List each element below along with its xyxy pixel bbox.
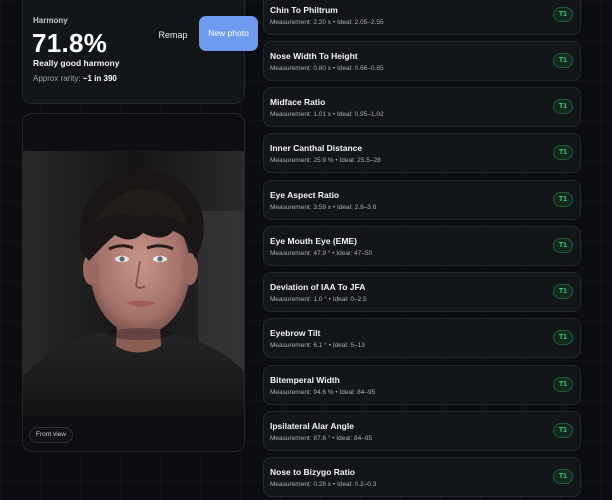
metric-card[interactable]: Deviation of IAA To JFA Measurement: 1.0…: [263, 272, 581, 312]
tier-badge: T1: [553, 238, 573, 253]
metric-detail: Measurement: 94.6 % • Ideal: 84–95: [270, 389, 376, 396]
metric-detail: Measurement: 3.59 x • Ideal: 2.8–3.6: [270, 204, 377, 211]
remap-button[interactable]: Remap: [149, 24, 197, 46]
harmony-verdict: Really good harmony: [33, 58, 120, 68]
tier-badge: T1: [553, 423, 573, 438]
metric-name: Eye Mouth Eye (EME): [270, 236, 357, 246]
rarity-value: ~1 in 390: [82, 74, 117, 83]
metric-name: Eye Aspect Ratio: [270, 190, 340, 200]
tier-badge: T1: [553, 53, 573, 68]
metric-detail: Measurement: 1.01 x • Ideal: 0.95–1.02: [270, 111, 384, 118]
photo-card: Front view: [22, 113, 245, 452]
tier-badge: T1: [553, 192, 573, 207]
tier-badge: T1: [553, 284, 573, 299]
metric-detail: Measurement: 47.9 ° • Ideal: 47–50: [270, 250, 373, 257]
metric-detail: Measurement: 2.20 x • Ideal: 2.05–2.55: [270, 19, 384, 26]
metric-card[interactable]: Inner Canthal Distance Measurement: 25.9…: [263, 133, 581, 173]
tier-badge: T1: [553, 145, 573, 160]
metric-detail: Measurement: 25.9 % • Ideal: 25.5–28: [270, 157, 381, 164]
harmony-rarity: Approx rarity: ~1 in 390: [33, 73, 133, 84]
metric-card[interactable]: Nose Width To Height Measurement: 0.80 x…: [263, 41, 581, 81]
metric-card[interactable]: Chin To Philtrum Measurement: 2.20 x • I…: [263, 0, 581, 35]
metric-name: Inner Canthal Distance: [270, 143, 363, 153]
metric-name: Deviation of IAA To JFA: [270, 282, 366, 292]
metric-detail: Measurement: 0.80 x • Ideal: 0.66–0.85: [270, 65, 384, 72]
metric-detail: Measurement: 6.1 ° • Ideal: 5–13: [270, 342, 365, 349]
metric-card[interactable]: Eyebrow Tilt Measurement: 6.1 ° • Ideal:…: [263, 318, 581, 358]
new-photo-button[interactable]: New photo: [199, 16, 258, 51]
metric-name: Midface Ratio: [270, 97, 326, 107]
harmony-label: Harmony: [33, 16, 68, 25]
metric-card[interactable]: Bitemperal Width Measurement: 94.6 % • I…: [263, 365, 581, 405]
metric-card[interactable]: Midface Ratio Measurement: 1.01 x • Idea…: [263, 87, 581, 127]
tier-badge: T1: [553, 99, 573, 114]
tier-badge: T1: [553, 469, 573, 484]
tier-badge: T1: [553, 377, 573, 392]
metric-detail: Measurement: 1.0 ° • Ideal: 0–2.5: [270, 296, 367, 303]
metric-card[interactable]: Eye Mouth Eye (EME) Measurement: 47.9 ° …: [263, 226, 581, 266]
tier-badge: T1: [553, 7, 573, 22]
metric-card[interactable]: Nose to Bizygo Ratio Measurement: 0.28 x…: [263, 457, 581, 497]
metric-name: Ipsilateral Alar Angle: [270, 421, 354, 431]
tier-badge: T1: [553, 330, 573, 345]
metric-card[interactable]: Ipsilateral Alar Angle Measurement: 87.6…: [263, 411, 581, 451]
metric-detail: Measurement: 87.6 ° • Ideal: 84–95: [270, 435, 373, 442]
metric-name: Chin To Philtrum: [270, 5, 338, 15]
metric-detail: Measurement: 0.28 x • Ideal: 0.2–0.3: [270, 481, 377, 488]
metric-name: Nose Width To Height: [270, 51, 358, 61]
metric-card[interactable]: Eye Aspect Ratio Measurement: 3.59 x • I…: [263, 180, 581, 220]
metric-name: Eyebrow Tilt: [270, 328, 321, 338]
harmony-card: Harmony 71.8% Really good harmony Approx…: [22, 0, 258, 104]
portrait-illustration: [23, 151, 244, 416]
face-photo: [23, 151, 244, 416]
rarity-label: Approx rarity:: [33, 74, 81, 83]
metric-list: Chin To Philtrum Measurement: 2.20 x • I…: [263, 0, 581, 500]
harmony-score: 71.8%: [32, 28, 108, 58]
front-view-chip[interactable]: Front view: [29, 427, 73, 443]
metric-name: Nose to Bizygo Ratio: [270, 467, 356, 477]
metric-name: Bitemperal Width: [270, 375, 340, 385]
